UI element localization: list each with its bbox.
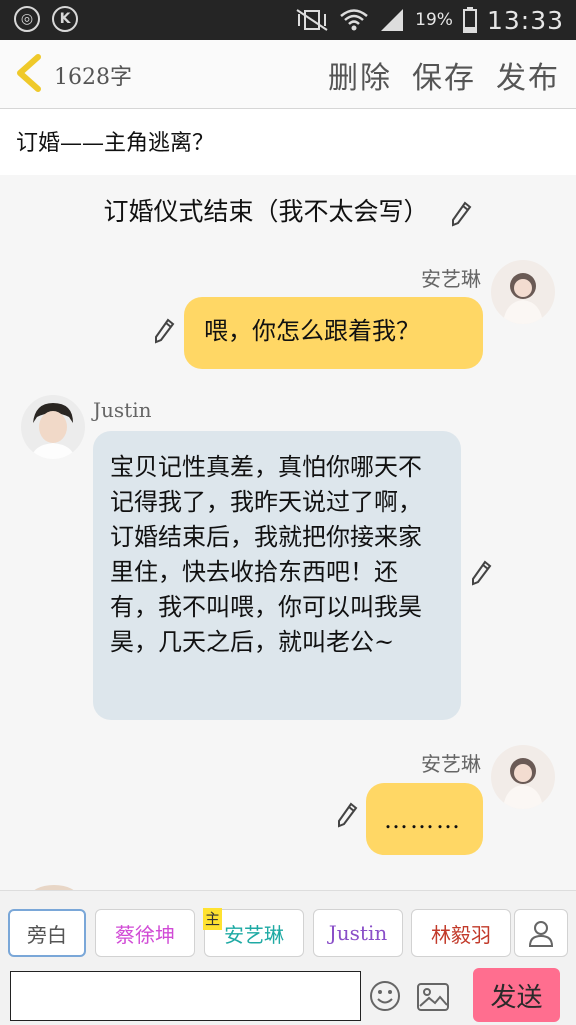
image-icon[interactable]	[416, 981, 450, 1013]
wifi-icon	[340, 9, 368, 31]
edit-pencil-icon[interactable]	[470, 560, 492, 586]
speaker-name: 安艺琳	[421, 752, 481, 776]
narration-line[interactable]: 订婚仪式结束（我不太会写）	[0, 192, 576, 228]
edit-pencil-icon[interactable]	[336, 802, 358, 828]
role-button-linyiyu[interactable]: 林毅羽	[411, 909, 511, 957]
protagonist-tag: 主	[203, 908, 223, 930]
edit-pencil-icon[interactable]	[450, 201, 472, 227]
narration-text: 订婚仪式结束（我不太会写）	[103, 197, 429, 226]
publish-button[interactable]: 发布	[496, 53, 560, 97]
speaker-name: Justin	[93, 398, 152, 422]
compose-bar: 旁白 蔡徐坤 主 安艺琳 Justin 林毅羽 发送	[0, 890, 576, 1025]
avatar-anyilin[interactable]	[491, 260, 555, 324]
edit-pencil-icon[interactable]	[153, 318, 175, 344]
add-role-button[interactable]	[514, 909, 568, 957]
avatar-anyilin[interactable]	[491, 745, 555, 809]
role-button-caixukun[interactable]: 蔡徐坤	[95, 909, 195, 957]
chat-bubble[interactable]: 喂，你怎么跟着我？	[184, 297, 483, 369]
send-button[interactable]: 发送	[473, 968, 560, 1022]
k-app-icon: K	[52, 6, 78, 32]
message-input[interactable]	[10, 971, 361, 1021]
emoji-icon[interactable]	[368, 979, 402, 1013]
chat-bubble[interactable]: 宝贝记性真差，真怕你哪天不记得我了，我昨天说过了啊，订婚结束后，我就把你接来家里…	[93, 431, 461, 720]
chapter-title-field[interactable]: 订婚——主角逃离？	[0, 109, 576, 175]
role-label: 蔡徐坤	[115, 922, 175, 947]
clock: 13:33	[486, 5, 564, 35]
role-button-justin[interactable]: Justin	[313, 909, 403, 957]
user-icon	[528, 921, 554, 947]
chapter-title: 订婚——主角逃离？	[16, 131, 215, 156]
battery-icon	[462, 7, 477, 33]
message-text: 宝贝记性真差，真怕你哪天不记得我了，我昨天说过了啊，订婚结束后，我就把你接来家里…	[110, 453, 422, 656]
role-button-anyilin[interactable]: 主 安艺琳	[203, 908, 304, 957]
delete-button[interactable]: 删除	[328, 53, 392, 97]
vibrate-mute-icon	[296, 9, 328, 31]
back-chevron-icon[interactable]	[14, 54, 44, 92]
save-button[interactable]: 保存	[412, 53, 476, 97]
send-label: 发送	[490, 982, 543, 1013]
weibo-icon: ◎	[14, 6, 40, 32]
message-text: ………	[384, 806, 462, 834]
speaker-name: 安艺琳	[421, 267, 481, 291]
word-count: 1628字	[54, 65, 132, 90]
message-text: 喂，你怎么跟着我？	[204, 317, 420, 345]
signal-icon	[381, 9, 404, 31]
role-label: Justin	[328, 921, 388, 945]
status-bar: ◎ K 19% 13:33	[0, 0, 576, 40]
battery-percent: 19%	[415, 10, 453, 30]
avatar-justin[interactable]	[21, 395, 85, 459]
editor-header: 1628字 删除 保存 发布	[0, 40, 576, 109]
role-label: 林毅羽	[431, 922, 491, 947]
role-label: 安艺琳	[224, 922, 284, 947]
chat-bubble[interactable]: ………	[366, 783, 483, 855]
role-button-narrator[interactable]: 旁白	[8, 909, 86, 957]
role-label: 旁白	[27, 922, 67, 947]
